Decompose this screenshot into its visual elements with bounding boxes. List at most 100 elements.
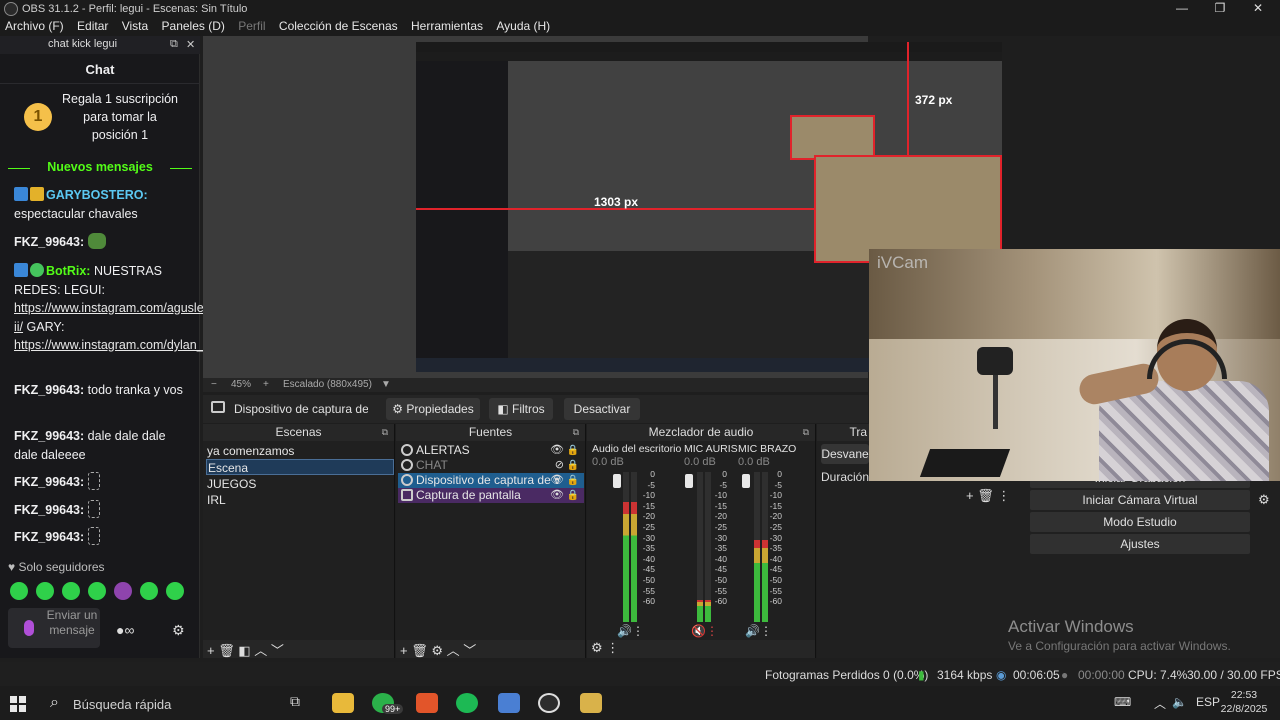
- taskbar-search[interactable]: ⌕ Búsqueda rápida: [40, 688, 276, 718]
- move-down-icon[interactable]: ﹀: [463, 643, 476, 658]
- dock-menu-icon[interactable]: ⧉: [573, 424, 579, 441]
- menu-perfil[interactable]: Perfil: [233, 18, 270, 34]
- new-messages-divider[interactable]: Nuevos mensajes: [8, 160, 192, 174]
- menu-herramientas[interactable]: Herramientas: [406, 18, 488, 34]
- transition-add-remove-icons[interactable]: + 🗑 ⋮: [966, 488, 1010, 504]
- language-indicator[interactable]: ESP: [1196, 695, 1220, 709]
- visibility-eye-icon[interactable]: 👁: [550, 488, 564, 503]
- chat-username[interactable]: FKZ_99643:: [14, 530, 84, 544]
- obs-taskbar-icon[interactable]: [538, 693, 560, 713]
- lock-icon[interactable]: 🔒: [567, 473, 579, 488]
- emote-icon[interactable]: [166, 582, 184, 600]
- source-item[interactable]: CHAT ⊘ 🔒: [398, 458, 584, 473]
- taskbar-clock[interactable]: 22:53 22/8/2025: [1218, 688, 1270, 716]
- scene-item[interactable]: JUEGOS: [206, 476, 394, 492]
- ivcam-webcam-window[interactable]: iVCam: [869, 249, 1280, 481]
- volume-fader[interactable]: [613, 474, 621, 488]
- app-icon[interactable]: [498, 693, 520, 713]
- close-button[interactable]: ✕: [1238, 1, 1278, 15]
- visibility-eye-icon[interactable]: 👁: [550, 473, 564, 488]
- close-dock-icon[interactable]: ✕: [186, 38, 195, 51]
- tray-chevron-icon[interactable]: ︿: [1154, 695, 1166, 712]
- scene-item[interactable]: Escena: [206, 459, 394, 475]
- emote-icon[interactable]: [88, 582, 106, 600]
- emote-icon[interactable]: [10, 582, 28, 600]
- mixer-menu-icon[interactable]: ⋮: [606, 640, 619, 655]
- lock-icon[interactable]: 🔒: [567, 488, 579, 503]
- source-item[interactable]: ALERTAS 👁 🔒: [398, 443, 584, 458]
- deactivate-button[interactable]: Desactivar: [564, 398, 640, 420]
- menu-archivo[interactable]: Archivo (F): [0, 18, 69, 34]
- filters-button[interactable]: ◧ Filtros: [489, 398, 553, 420]
- scaling-dropdown-icon[interactable]: ▼: [381, 379, 391, 390]
- zoom-in-button[interactable]: +: [263, 379, 269, 390]
- chat-username[interactable]: BotRix:: [46, 264, 90, 278]
- start-virtual-camera-button[interactable]: Iniciar Cámara Virtual: [1030, 490, 1250, 510]
- chat-username[interactable]: FKZ_99643:: [14, 383, 84, 397]
- menu-paneles[interactable]: Paneles (D): [157, 18, 230, 34]
- emote-icon[interactable]: [62, 582, 80, 600]
- chat-username[interactable]: FKZ_99643:: [14, 429, 84, 443]
- visibility-eye-icon[interactable]: 👁: [550, 443, 564, 458]
- menu-coleccion[interactable]: Colección de Escenas: [274, 18, 403, 34]
- microphone-icon[interactable]: [24, 620, 34, 636]
- move-down-icon[interactable]: ﹀: [271, 643, 284, 658]
- float-dock-icon[interactable]: ⧉: [170, 38, 178, 51]
- source-settings-icon[interactable]: ⚙: [431, 643, 443, 658]
- task-view-icon[interactable]: ⧉: [290, 693, 312, 713]
- studio-mode-button[interactable]: Modo Estudio: [1030, 512, 1250, 532]
- virtual-camera-settings-icon[interactable]: ⚙: [1258, 492, 1270, 508]
- emote-icon[interactable]: [140, 582, 158, 600]
- start-button[interactable]: [10, 696, 26, 712]
- webcam-source-selected[interactable]: [814, 155, 1002, 263]
- webcam-source-small[interactable]: [790, 115, 875, 160]
- hidden-eye-icon[interactable]: ⊘: [555, 458, 564, 473]
- zoom-out-button[interactable]: −: [211, 379, 217, 390]
- chat-username[interactable]: FKZ_99643:: [14, 235, 84, 249]
- remove-source-icon[interactable]: 🗑: [411, 643, 428, 658]
- chat-username[interactable]: FKZ_99643:: [14, 475, 84, 489]
- menu-vista[interactable]: Vista: [117, 18, 153, 34]
- dock-menu-icon[interactable]: ⧉: [803, 424, 809, 441]
- scene-item[interactable]: IRL: [206, 492, 394, 508]
- keyboard-layout-icon[interactable]: ⌨: [1114, 695, 1131, 709]
- file-explorer-icon[interactable]: [332, 693, 354, 713]
- properties-button[interactable]: ⚙ Propiedades: [386, 398, 480, 420]
- volume-fader[interactable]: [742, 474, 750, 488]
- minimize-button[interactable]: —: [1162, 1, 1202, 15]
- add-scene-icon[interactable]: +: [207, 643, 215, 658]
- speaker-icon[interactable]: 🔊⋮: [745, 624, 772, 638]
- muted-speaker-icon[interactable]: 🔇⋮: [691, 624, 718, 638]
- source-item[interactable]: Dispositivo de captura de v 👁 🔒: [398, 473, 584, 488]
- chat-input[interactable]: Enviar un mensaje: [8, 608, 100, 648]
- brave-browser-icon[interactable]: [416, 693, 438, 713]
- speaker-icon[interactable]: 🔊⋮: [617, 624, 644, 638]
- emote-icon[interactable]: [114, 582, 132, 600]
- scene-filters-icon[interactable]: ◧: [238, 643, 250, 658]
- move-up-icon[interactable]: ︿: [254, 643, 267, 658]
- lock-icon[interactable]: 🔒: [567, 443, 579, 458]
- dock-menu-icon[interactable]: ⧉: [382, 424, 388, 441]
- gift-banner[interactable]: 1 Regala 1 suscripción para tomar la pos…: [0, 88, 200, 148]
- lock-icon[interactable]: 🔒: [567, 458, 579, 473]
- source-item[interactable]: Captura de pantalla 👁 🔒: [398, 488, 584, 503]
- scene-item[interactable]: ya comenzamos: [206, 443, 394, 459]
- spotify-icon[interactable]: [456, 693, 478, 713]
- app-icon[interactable]: [580, 693, 602, 713]
- advanced-audio-icon[interactable]: ⚙: [591, 640, 603, 655]
- chat-users-icon[interactable]: ●∞: [116, 622, 134, 638]
- remove-scene-icon[interactable]: 🗑: [218, 643, 235, 658]
- chat-username[interactable]: GARYBOSTERO:: [46, 188, 148, 202]
- chat-username[interactable]: FKZ_99643:: [14, 503, 84, 517]
- volume-fader[interactable]: [685, 474, 693, 488]
- transition-select[interactable]: Desvane: [821, 444, 869, 464]
- volume-icon[interactable]: 🔈: [1172, 695, 1187, 709]
- chat-settings-icon[interactable]: ⚙: [172, 622, 185, 639]
- emote-icon[interactable]: [36, 582, 54, 600]
- menu-editar[interactable]: Editar: [72, 18, 113, 34]
- settings-button[interactable]: Ajustes: [1030, 534, 1250, 554]
- move-up-icon[interactable]: ︿: [447, 643, 460, 658]
- menu-ayuda[interactable]: Ayuda (H): [491, 18, 555, 34]
- add-source-icon[interactable]: +: [400, 643, 408, 658]
- maximize-button[interactable]: ❐: [1200, 1, 1240, 15]
